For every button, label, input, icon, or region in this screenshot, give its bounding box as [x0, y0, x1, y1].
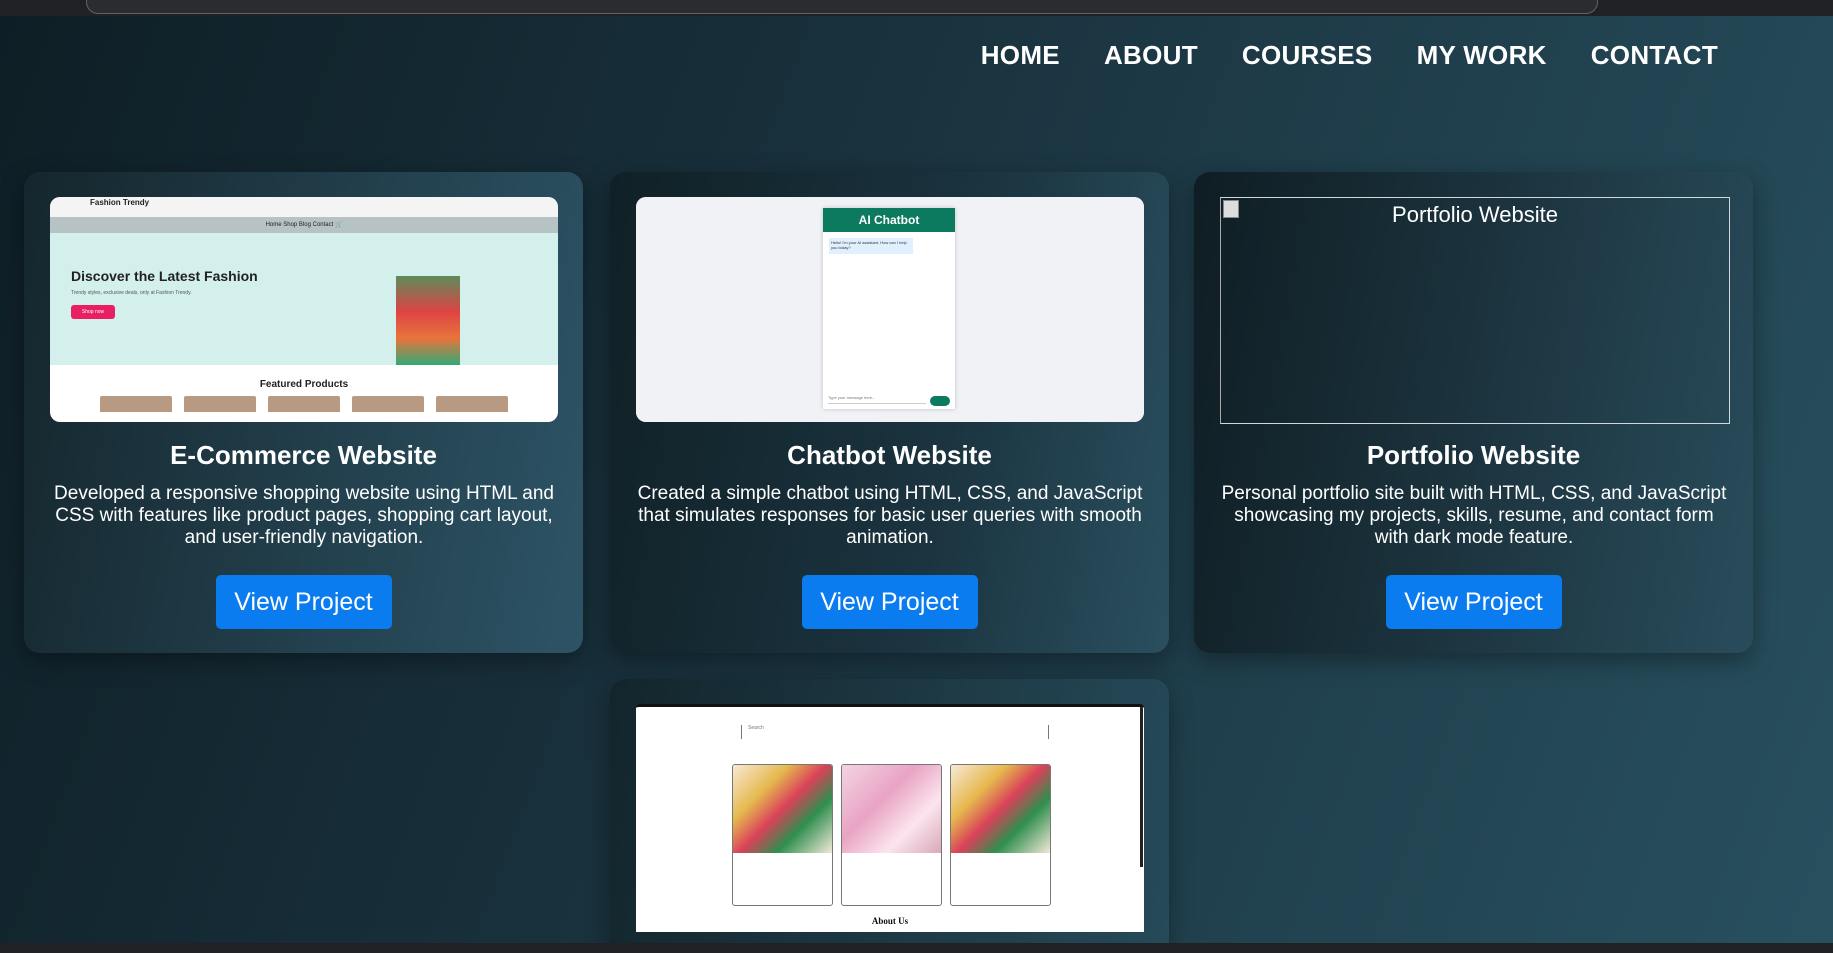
nav-home[interactable]: HOME	[981, 40, 1060, 71]
thumb-perfume-image	[951, 765, 1050, 853]
thumb-scrollbar	[1140, 707, 1143, 867]
address-bar[interactable]	[86, 0, 1598, 14]
thumb-perfume-image	[733, 765, 832, 853]
thumb-hero-subtitle: Trendy styles, exclusive deals, only at …	[71, 290, 192, 296]
thumb-product-cards	[732, 764, 1051, 906]
nav-contact[interactable]: CONTACT	[1591, 40, 1718, 71]
project-card-ecommerce: Fashion Trendy Home Shop Blog Contact 🛒 …	[24, 172, 583, 653]
chatbot-thumbnail: AI Chatbot Hello! I'm your AI assistant.…	[636, 197, 1144, 422]
thumb-model-image	[396, 276, 460, 365]
thumb-product	[100, 396, 172, 412]
taskbar	[0, 943, 1833, 953]
thumb-search-bar: Search	[741, 725, 1049, 739]
project-title: E-Commerce Website	[170, 440, 437, 470]
nav-courses[interactable]: COURSES	[1242, 40, 1373, 71]
thumb-perfume-card	[950, 764, 1051, 906]
thumb-hero-title: Discover the Latest Fashion	[71, 268, 258, 284]
view-project-button[interactable]: View Project	[215, 575, 392, 629]
perfume-thumbnail: Search About Us	[636, 704, 1144, 932]
portfolio-thumbnail-broken: Portfolio Website	[1220, 197, 1730, 424]
thumb-shop-button: Shop now	[71, 305, 115, 319]
thumb-menu: Home Shop Blog Contact 🛒	[50, 217, 558, 233]
thumb-send-button	[930, 396, 950, 406]
view-project-button[interactable]: View Project	[1385, 575, 1562, 629]
project-title: Portfolio Website	[1366, 440, 1581, 470]
project-description: Developed a responsive shopping website …	[54, 483, 554, 548]
thumb-product	[184, 396, 256, 412]
nav-about[interactable]: ABOUT	[1104, 40, 1198, 71]
thumb-chat-window: AI Chatbot Hello! I'm your AI assistant.…	[823, 208, 955, 409]
thumb-product	[436, 396, 508, 412]
thumb-bot-message: Hello! I'm your AI assistant. How can I …	[829, 238, 913, 254]
project-card-chatbot: AI Chatbot Hello! I'm your AI assistant.…	[610, 172, 1169, 653]
view-project-button[interactable]: View Project	[801, 575, 978, 629]
thumb-product	[352, 396, 424, 412]
thumb-alt-text: Portfolio Website	[1392, 202, 1558, 227]
main-nav: HOME ABOUT COURSES MY WORK CONTACT	[981, 40, 1718, 71]
project-card-perfume: Search About Us	[610, 679, 1169, 953]
project-title: Chatbot Website	[787, 440, 992, 470]
project-description: Personal portfolio site built with HTML,…	[1221, 483, 1727, 548]
nav-my-work[interactable]: MY WORK	[1417, 40, 1547, 71]
thumb-chat-header: AI Chatbot	[823, 208, 955, 232]
project-description: Created a simple chatbot using HTML, CSS…	[637, 483, 1143, 548]
thumb-chat-input: Type your message here...	[828, 395, 926, 404]
thumb-brand: Fashion Trendy	[50, 197, 558, 217]
thumb-about-heading: About Us	[871, 916, 909, 926]
thumb-product-row	[50, 396, 558, 412]
thumb-featured-heading: Featured Products	[259, 379, 349, 390]
project-card-portfolio: Portfolio Website Portfolio Website Pers…	[1194, 172, 1753, 653]
ecommerce-thumbnail: Fashion Trendy Home Shop Blog Contact 🛒 …	[50, 197, 558, 422]
thumb-perfume-image	[842, 765, 941, 853]
thumb-perfume-card	[841, 764, 942, 906]
thumb-product	[268, 396, 340, 412]
thumb-hero: Discover the Latest Fashion Trendy style…	[50, 233, 558, 365]
thumb-perfume-card	[732, 764, 833, 906]
